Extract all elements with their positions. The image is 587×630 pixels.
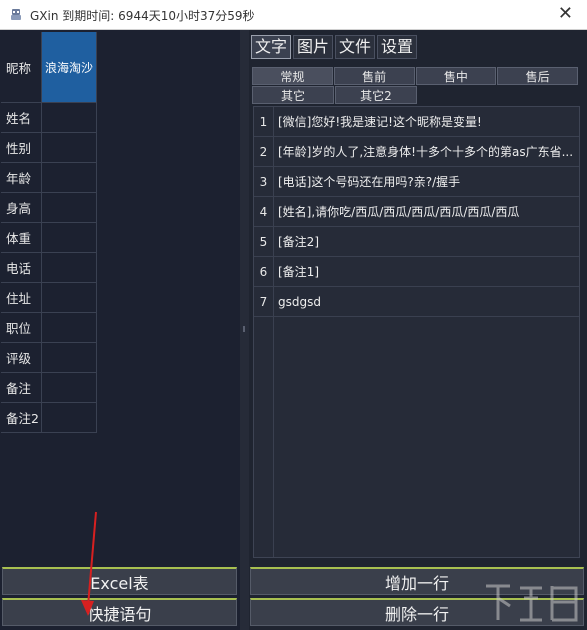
phrase-text: [年龄]岁的人了,注意身体!十多个十多个的第as广东省...: [278, 145, 574, 159]
profile-label: 性别: [1, 133, 42, 162]
list-item[interactable]: 7 gsdgsd: [254, 287, 579, 317]
profile-label: 备注2: [1, 403, 42, 432]
excel-button[interactable]: Excel表: [2, 567, 237, 595]
main-tab-bar: 文字 图片 文件 设置: [251, 35, 419, 59]
row-number: 3: [254, 167, 274, 196]
profile-value-cell[interactable]: [42, 253, 97, 282]
row-number-column-filler: [254, 317, 274, 557]
profile-row-rating: 评级: [1, 343, 97, 373]
profile-value-cell[interactable]: [42, 283, 97, 312]
profile-value-cell[interactable]: [42, 103, 97, 132]
list-item[interactable]: 2 [年龄]岁的人了,注意身体!十多个十多个的第as广东省...: [254, 137, 579, 167]
phrase-text: [姓名],请你吃/西瓜/西瓜/西瓜/西瓜/西瓜/西瓜: [278, 205, 520, 219]
profile-row-nickname: 昵称 浪海淘沙: [1, 32, 97, 103]
category-tab-row: 常规 售前 售中 售后: [252, 67, 579, 86]
tab-text[interactable]: 文字: [251, 35, 292, 59]
profile-value-cell[interactable]: 浪海淘沙: [42, 32, 97, 102]
phrases-panel: 文字 图片 文件 设置 常规 售前 售中 售后 其它 其它2 1 [微信]您好!…: [249, 30, 587, 630]
profile-row-note2: 备注2: [1, 403, 97, 433]
profile-label: 体重: [1, 223, 42, 252]
profile-row-address: 住址: [1, 283, 97, 313]
profile-label: 职位: [1, 313, 42, 342]
profile-row-name: 姓名: [1, 103, 97, 133]
phrase-text: [微信]您好!我是速记!这个昵称是变量!: [278, 115, 482, 129]
bot-icon: [11, 9, 21, 20]
list-item[interactable]: 1 [微信]您好!我是速记!这个昵称是变量!: [254, 107, 579, 137]
category-tab-row: 其它 其它2: [252, 86, 579, 105]
tab-images[interactable]: 图片: [293, 35, 334, 59]
row-number: 4: [254, 197, 274, 226]
profile-panel: 昵称 浪海淘沙 姓名 性别 年龄 身高 体重 电话 住址 职位 评级 备注 备注…: [0, 30, 240, 630]
profile-label: 年龄: [1, 163, 42, 192]
tab-presale[interactable]: 售前: [333, 67, 415, 85]
profile-row-age: 年龄: [1, 163, 97, 193]
profile-value-cell[interactable]: [42, 403, 97, 432]
tab-general[interactable]: 常规: [252, 67, 333, 85]
list-item[interactable]: 6 [备注1]: [254, 257, 579, 287]
tab-other2[interactable]: 其它2: [335, 86, 417, 104]
profile-label: 电话: [1, 253, 42, 282]
expiry-value: 6944天10小时37分59秒: [118, 9, 255, 23]
tab-insale[interactable]: 售中: [415, 67, 497, 85]
expiry-label: 到期时间:: [62, 9, 115, 23]
profile-value-cell[interactable]: [42, 313, 97, 342]
profile-value-cell[interactable]: [42, 163, 97, 192]
profile-value-cell[interactable]: [42, 193, 97, 222]
profile-table: 昵称 浪海淘沙 姓名 性别 年龄 身高 体重 电话 住址 职位 评级 备注 备注…: [1, 32, 97, 433]
profile-value-cell[interactable]: [42, 223, 97, 252]
phrase-text: [电话]这个号码还在用吗?亲?/握手: [278, 175, 461, 189]
profile-value-cell[interactable]: [42, 373, 97, 402]
profile-label: 身高: [1, 193, 42, 222]
profile-row-position: 职位: [1, 313, 97, 343]
phrase-list: 1 [微信]您好!我是速记!这个昵称是变量! 2 [年龄]岁的人了,注意身体!十…: [253, 106, 580, 558]
phrase-text-cell[interactable]: [备注2]: [274, 227, 579, 256]
close-icon[interactable]: ✕: [558, 4, 573, 24]
profile-label: 评级: [1, 343, 42, 372]
phrase-text-cell[interactable]: [电话]这个号码还在用吗?亲?/握手: [274, 167, 579, 196]
phrase-text-cell[interactable]: [微信]您好!我是速记!这个昵称是变量!: [274, 107, 579, 136]
panel-splitter[interactable]: [240, 30, 249, 630]
row-number: 2: [254, 137, 274, 166]
tab-aftersale[interactable]: 售后: [497, 67, 578, 85]
window-title: GXin 到期时间: 6944天10小时37分59秒: [30, 7, 255, 24]
profile-label: 备注: [1, 373, 42, 402]
phrase-text: [备注2]: [278, 235, 319, 249]
phrase-text: gsdgsd: [278, 294, 321, 309]
row-number: 7: [254, 287, 274, 316]
row-number: 1: [254, 107, 274, 136]
profile-label: 姓名: [1, 103, 42, 132]
splitter-grip-icon: [243, 326, 245, 332]
phrase-text-cell[interactable]: [年龄]岁的人了,注意身体!十多个十多个的第as广东省...: [274, 137, 579, 166]
list-item[interactable]: 5 [备注2]: [254, 227, 579, 257]
list-item[interactable]: 3 [电话]这个号码还在用吗?亲?/握手: [254, 167, 579, 197]
quick-phrases-button[interactable]: 快捷语句: [2, 598, 237, 626]
phrase-text: [备注1]: [278, 265, 319, 279]
profile-value-cell[interactable]: [42, 133, 97, 162]
profile-value-cell[interactable]: [42, 343, 97, 372]
tab-files[interactable]: 文件: [335, 35, 376, 59]
app-name: GXin: [30, 9, 59, 23]
profile-row-gender: 性别: [1, 133, 97, 163]
profile-row-phone: 电话: [1, 253, 97, 283]
phrase-text-cell[interactable]: gsdgsd: [274, 287, 579, 316]
phrase-text-cell[interactable]: [姓名],请你吃/西瓜/西瓜/西瓜/西瓜/西瓜/西瓜: [274, 197, 579, 226]
tab-other[interactable]: 其它: [252, 86, 334, 104]
row-number: 5: [254, 227, 274, 256]
profile-row-height: 身高: [1, 193, 97, 223]
annotation-arrow-icon: [81, 511, 97, 616]
profile-row-note: 备注: [1, 373, 97, 403]
profile-label: 昵称: [1, 32, 42, 102]
profile-label: 住址: [1, 283, 42, 312]
title-bar: GXin 到期时间: 6944天10小时37分59秒 ✕: [0, 0, 587, 30]
list-item[interactable]: 4 [姓名],请你吃/西瓜/西瓜/西瓜/西瓜/西瓜/西瓜: [254, 197, 579, 227]
phrase-text-cell[interactable]: [备注1]: [274, 257, 579, 286]
category-tab-bar: 常规 售前 售中 售后 其它 其它2: [252, 67, 579, 105]
watermark-logo-icon: [486, 584, 578, 622]
tab-settings[interactable]: 设置: [377, 35, 418, 59]
row-number: 6: [254, 257, 274, 286]
profile-row-weight: 体重: [1, 223, 97, 253]
